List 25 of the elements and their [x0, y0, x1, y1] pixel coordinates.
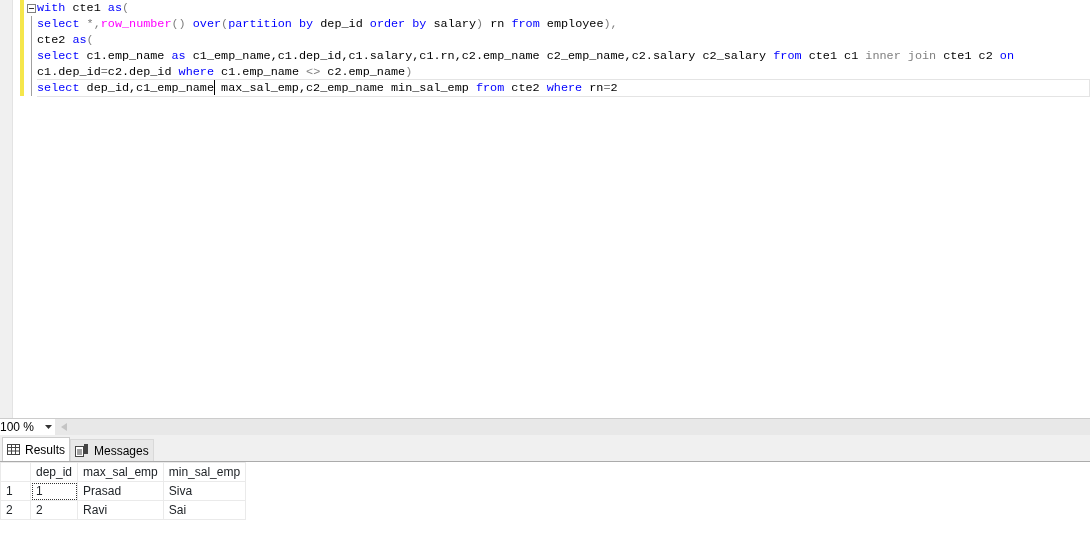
table-cell: 2	[30, 500, 78, 520]
zoom-dropdown[interactable]: 100 %	[0, 419, 55, 435]
grid-icon	[7, 444, 20, 455]
document-icon	[75, 444, 89, 457]
code-line: c1.dep_id=c2.dep_id where c1.emp_name <> c2.emp_name)	[37, 64, 413, 80]
code-line: with cte1 as(	[37, 0, 130, 16]
table-cell: Prasad	[77, 481, 164, 501]
table-cell: 1	[30, 481, 78, 501]
dropdown-arrow-icon	[45, 425, 52, 429]
code-line: cte2 as(	[37, 32, 94, 48]
row-number: 1	[0, 481, 31, 501]
code-line: select dep_id,c1_emp_name max_sal_emp,c2_emp_name min_sal_emp from cte2 where rn=2	[37, 79, 1090, 97]
results-tab[interactable]: Results	[2, 437, 70, 461]
column-header: dep_id	[30, 462, 78, 482]
row-number: 2	[0, 500, 31, 520]
code-line: select c1.emp_name as c1_emp_name,c1.dep_id,c1.salary,c1.rn,c2.emp_name c2_emp_name,c2.salary c2_salary from cte1 c1 inner join cte1 c2 on	[37, 48, 1014, 64]
column-header: min_sal_emp	[163, 462, 246, 482]
table-cell: Siva	[163, 481, 246, 501]
table-cell: Sai	[163, 500, 246, 520]
collapse-icon[interactable]	[27, 3, 36, 13]
code-line: select *,row_number() over(partition by dep_id order by salary) rn from employee),	[37, 16, 618, 32]
table-cell: Ravi	[77, 500, 164, 520]
text-cursor	[214, 80, 215, 96]
results-tab[interactable]: Messages	[70, 439, 154, 461]
column-header: max_sal_emp	[77, 462, 164, 482]
